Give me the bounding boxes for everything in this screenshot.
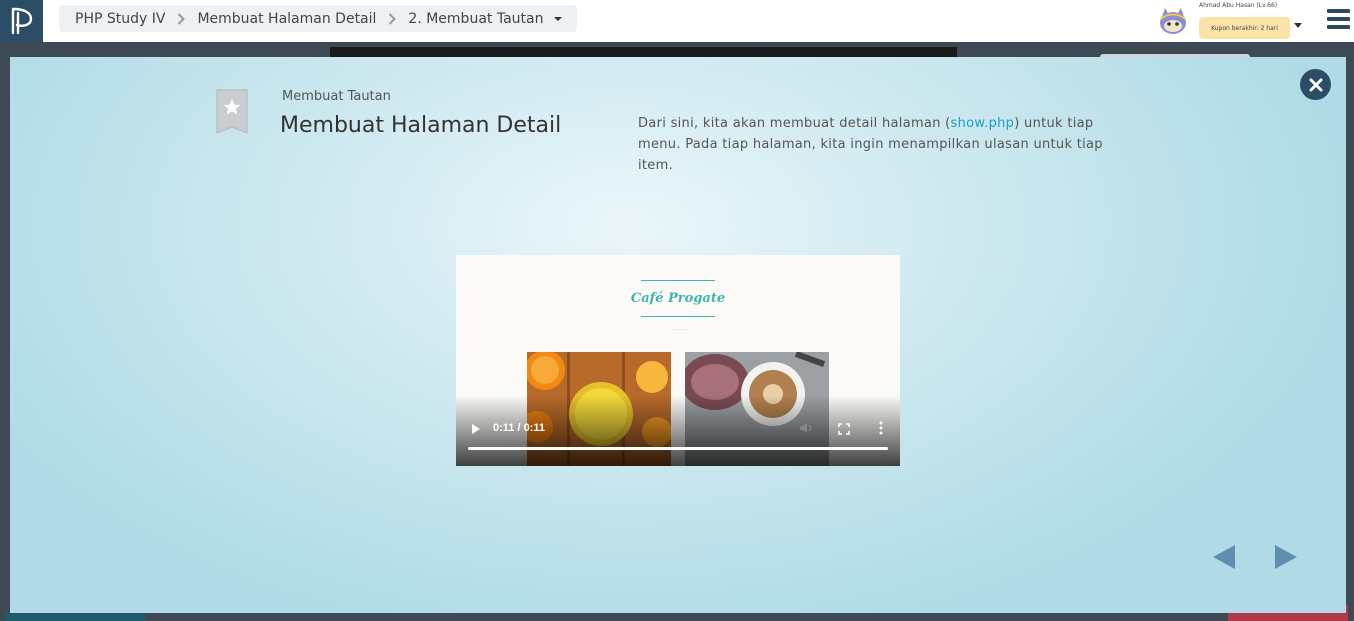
triangle-left-icon[interactable] (1213, 545, 1235, 569)
chevron-right-icon (388, 12, 397, 25)
video-time: 0:11 / 0:11 (493, 422, 545, 434)
slide-description: Dari sini, kita akan membuat detail hala… (638, 113, 1108, 176)
more-options-icon[interactable] (879, 421, 883, 435)
volume-icon[interactable] (799, 421, 813, 435)
progate-logo-icon[interactable] (0, 0, 43, 42)
video-site-title: Café Progate (630, 291, 726, 306)
breadcrumb: PHP Study IV Membuat Halaman Detail 2. M… (59, 5, 578, 32)
slide-subtitle: Membuat Tautan (282, 89, 391, 104)
caret-down-icon[interactable] (1294, 15, 1302, 33)
fullscreen-icon[interactable] (838, 422, 850, 435)
breadcrumb-lesson[interactable]: 2. Membuat Tautan (408, 11, 543, 27)
bookmark-star-icon (216, 89, 248, 134)
top-bar: PHP Study IV Membuat Halaman Detail 2. M… (0, 0, 1354, 42)
chevron-right-icon (177, 12, 186, 25)
desc-text-before: Dari sini, kita akan membuat detail hala… (638, 116, 951, 131)
breadcrumb-course[interactable]: PHP Study IV (75, 11, 165, 27)
video-player[interactable]: Café Progate · · · · · · · · 0:11 / 0:11 (456, 255, 900, 466)
video-progress-bar[interactable] (468, 447, 888, 450)
divider (641, 316, 715, 317)
hamburger-menu-icon[interactable] (1327, 9, 1350, 29)
coupon-badge: Kupon berakhir: 2 hari (1199, 17, 1290, 39)
user-name: Ahmad Abu Hasan (Lv.66) (1199, 2, 1278, 9)
close-icon[interactable] (1300, 69, 1331, 100)
slide-modal: Membuat Tautan Membuat Halaman Detail Da… (10, 57, 1346, 613)
divider (641, 280, 715, 281)
avatar[interactable] (1157, 5, 1189, 37)
caret-down-icon[interactable] (553, 16, 563, 22)
video-small-text: · · · · · · · · (668, 327, 688, 332)
slide-title: Membuat Halaman Detail (280, 113, 562, 138)
triangle-right-icon[interactable] (1275, 545, 1297, 569)
play-icon[interactable] (470, 422, 482, 436)
background-footer-left (5, 612, 145, 621)
breadcrumb-chapter[interactable]: Membuat Halaman Detail (197, 11, 376, 27)
desc-code-filename: show.php (950, 116, 1015, 131)
